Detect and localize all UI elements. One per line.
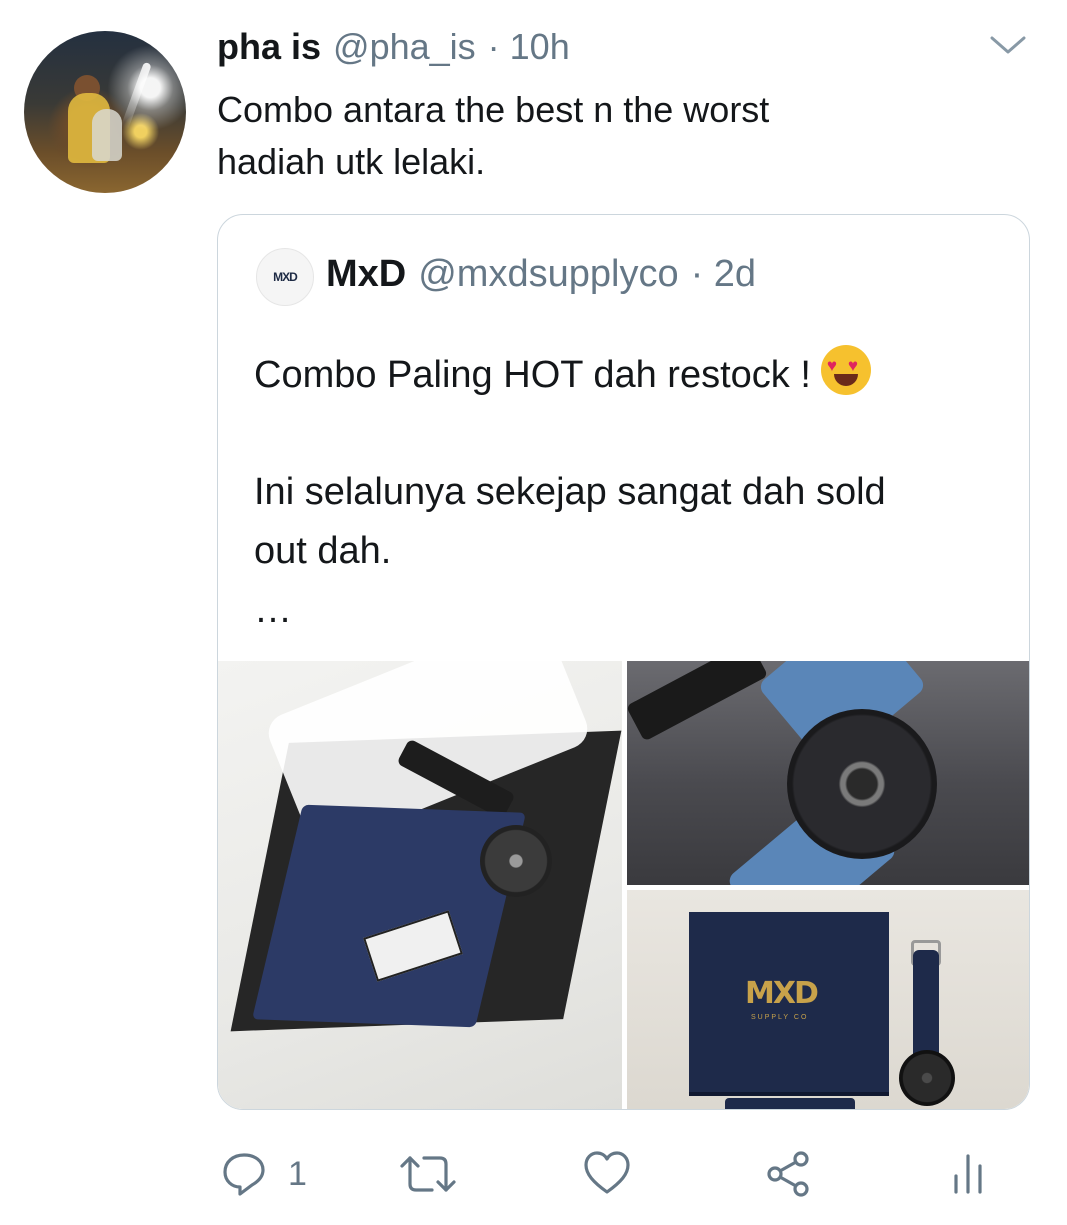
quoted-author-handle[interactable]: @mxdsupplyco (418, 253, 678, 296)
like-button[interactable] (583, 1150, 631, 1196)
emoji-mouth (833, 374, 858, 386)
tweet-action-bar: 1 (0, 1140, 1067, 1210)
chevron-down-icon[interactable] (986, 30, 1030, 60)
quoted-author-name[interactable]: MxD (326, 253, 406, 296)
heart-eyes-emoji-icon: ♥ ♥ (820, 345, 871, 395)
mxd-logo-sub: SUPPLY CO (751, 1014, 809, 1021)
retweet-button[interactable] (398, 1152, 458, 1196)
quoted-media-grid: MXD SUPPLY CO (218, 661, 1029, 1109)
avatar-sparkler (120, 61, 152, 131)
quoted-time: · 2d (690, 253, 757, 295)
like-icon (584, 1151, 630, 1194)
retweet-icon (400, 1156, 456, 1192)
tweet-header: pha is @pha_is · 10h (217, 26, 570, 74)
author-name[interactable]: pha is (217, 26, 321, 68)
analytics-button[interactable] (948, 1152, 988, 1196)
quoted-line-1: Combo Paling HOT dah restock ! (254, 354, 811, 396)
author-handle[interactable]: @pha_is (333, 26, 476, 68)
media-image-mxd-box[interactable]: MXD SUPPLY CO (627, 890, 1029, 1109)
watch-face-closeup (787, 709, 937, 859)
quoted-avatar-logo: MXD (273, 270, 298, 284)
analytics-icon (954, 1154, 982, 1194)
black-strap (627, 661, 769, 742)
heart-eye-right-icon: ♥ (847, 356, 858, 375)
author-avatar[interactable] (24, 31, 186, 193)
quoted-author-avatar[interactable]: MXD (256, 248, 314, 306)
tweet-time[interactable]: · 10h (488, 26, 570, 68)
mxd-logo: MXD (745, 976, 819, 1011)
reply-button[interactable]: 1 (220, 1150, 307, 1198)
media-image-watch-closeup[interactable] (627, 661, 1029, 885)
avatar-figure-child (92, 109, 122, 161)
quoted-ellipsis: … (254, 589, 292, 631)
share-icon (767, 1151, 809, 1197)
watch-face-small (899, 1050, 955, 1106)
quoted-line-2: Ini selalunya sekejap sangat dah sold (254, 471, 886, 513)
wallet-edge (725, 1098, 855, 1109)
quoted-text: Combo Paling HOT dah restock ! ♥ ♥ Ini sel… (254, 345, 1014, 640)
watch-face (480, 825, 552, 897)
quoted-tweet[interactable]: MXD MxD @mxdsupplyco · 2d Combo Paling H… (217, 214, 1030, 1110)
tweet-text: Combo antara the best n the worst hadiah… (217, 89, 770, 182)
reply-count: 1 (288, 1154, 307, 1193)
share-button[interactable] (765, 1150, 813, 1198)
quoted-header: MxD @mxdsupplyco · 2d (326, 253, 756, 296)
quoted-line-3: out dah. (254, 530, 392, 572)
reply-icon (223, 1153, 265, 1196)
heart-eye-left-icon: ♥ (826, 356, 837, 375)
media-image-wallet-gift-box[interactable] (218, 661, 622, 1109)
